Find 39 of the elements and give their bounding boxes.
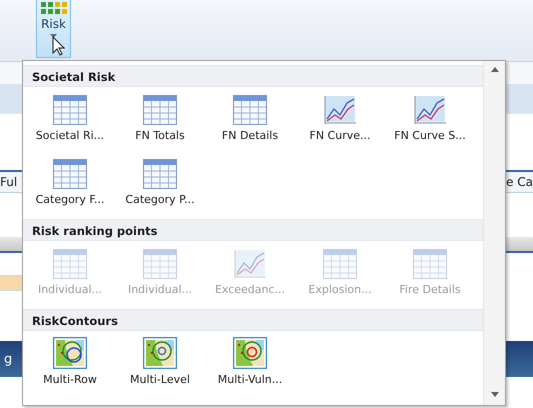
section-header: Societal Risk [23,65,483,87]
section-header: RiskContours [23,309,483,331]
gallery-item-label[interactable]: FN Curve S... [394,129,466,143]
line-chart-icon [233,249,267,279]
gallery-item-label[interactable]: FN Curve... [310,129,370,143]
table-icon [323,249,357,279]
contour-map-icon [53,337,87,369]
scrollbar[interactable] [483,61,505,405]
gallery-item-label[interactable]: FN Details [222,129,278,143]
gallery-item-label[interactable]: Multi-Vuln... [218,373,282,387]
gallery-item-label[interactable]: Societal Ri... [36,129,104,143]
scroll-up-icon[interactable] [490,67,498,72]
table-icon [413,249,447,279]
tab-label[interactable]: Ful [0,172,18,192]
section-header: Risk ranking points [23,219,483,241]
table-icon [53,249,87,279]
tab-label[interactable]: e Ca [506,172,533,192]
status-text: g [3,352,12,366]
gallery-item-label[interactable]: FN Totals [135,129,185,143]
line-chart-icon [323,95,357,125]
contour-map-icon [143,337,177,369]
grid-row [0,275,22,291]
gallery-item-label[interactable]: Category P... [125,193,195,207]
caret-icon [50,34,57,38]
line-chart-icon [413,95,447,125]
table-icon [143,249,177,279]
gallery-item-label[interactable]: Category F... [36,193,104,207]
table-icon [143,159,177,189]
risk-button[interactable]: Risk [36,0,71,58]
scroll-down-icon[interactable] [490,392,498,397]
table-icon [143,95,177,125]
gallery-item-label[interactable]: Multi-Level [130,373,190,387]
contour-map-icon [233,337,267,369]
risk-matrix-icon [40,2,66,14]
gallery-item-label[interactable]: Multi-Row [43,373,97,387]
table-icon [233,95,267,125]
table-icon [53,159,87,189]
table-icon [53,95,87,125]
mouse-pointer-icon [52,36,66,56]
